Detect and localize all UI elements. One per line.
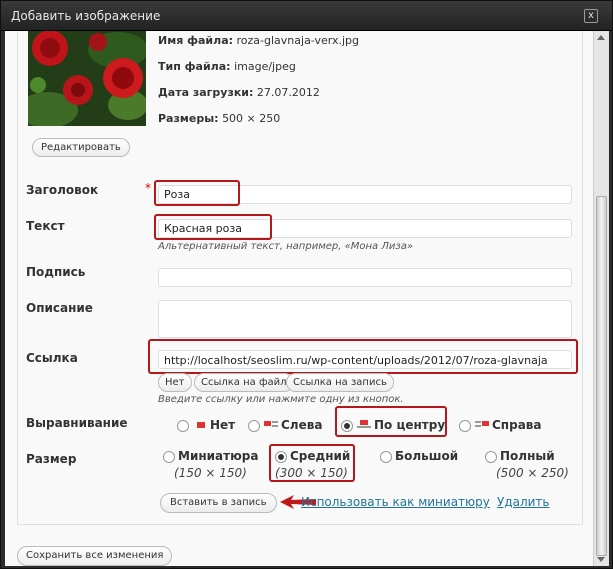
size-thumbnail-label: Миниатюра <box>178 449 259 463</box>
file-name-label: Имя файла: <box>158 34 234 47</box>
title-input[interactable]: Роза <box>158 185 572 204</box>
scroll-up-icon[interactable] <box>597 35 605 40</box>
align-center-label: По центру <box>374 418 446 432</box>
description-label: Описание <box>26 301 93 315</box>
alignment-label: Выравнивание <box>26 416 128 430</box>
link-post-button[interactable]: Ссылка на запись <box>286 373 394 392</box>
media-dialog: Добавить изображение x Имя файла: roza-g… <box>0 0 613 569</box>
alt-text-hint: Альтернативный текст, например, «Мона Ли… <box>158 241 413 252</box>
caption-label: Подпись <box>26 265 86 279</box>
size-thumbnail-dims: (150 × 150) <box>174 466 247 480</box>
upload-date-row: Дата загрузки: 27.07.2012 <box>158 86 320 99</box>
title-label: Заголовок <box>26 183 99 197</box>
link-url-input[interactable]: http://localhost/seoslim.ru/wp-content/u… <box>158 350 572 369</box>
size-thumbnail-radio[interactable] <box>163 451 175 463</box>
align-right-radio[interactable] <box>459 420 471 432</box>
rose-image <box>28 31 146 126</box>
size-large-label: Большой <box>395 449 459 463</box>
align-none-label: Нет <box>210 418 236 432</box>
align-left-radio[interactable] <box>248 420 260 432</box>
save-all-changes-button[interactable]: Сохранить все изменения <box>17 546 173 566</box>
file-type-label: Тип файла: <box>158 60 231 73</box>
align-left-label: Слева <box>281 418 323 432</box>
close-icon[interactable]: x <box>584 9 598 23</box>
size-full-dims: (500 × 250) <box>496 466 569 480</box>
file-type-value: image/jpeg <box>234 60 296 73</box>
required-marker: * <box>145 181 151 195</box>
align-right-icon <box>475 421 489 427</box>
image-thumbnail <box>28 31 146 126</box>
dialog-content: Имя файла: roza-glavnaja-verx.jpg Тип фа… <box>5 31 593 566</box>
align-right-label: Справа <box>492 418 542 432</box>
align-center-icon <box>357 420 371 428</box>
align-none-icon <box>197 422 205 428</box>
description-textarea[interactable] <box>158 300 572 338</box>
dimensions-label: Размеры: <box>158 112 219 125</box>
file-name-value: roza-glavnaja-verx.jpg <box>236 34 360 47</box>
dimensions-row: Размеры: 500 × 250 <box>158 112 280 125</box>
title-bar: Добавить изображение x <box>1 1 612 31</box>
size-medium-dims: (300 × 150) <box>275 466 348 480</box>
align-center-radio[interactable] <box>341 420 353 432</box>
align-none-radio[interactable] <box>177 420 189 432</box>
file-type-row: Тип файла: image/jpeg <box>158 60 296 73</box>
scrollbar-thumb[interactable] <box>596 196 607 556</box>
link-file-button[interactable]: Ссылка на файл <box>194 373 294 392</box>
vertical-scrollbar[interactable] <box>593 31 609 566</box>
size-full-radio[interactable] <box>485 451 497 463</box>
size-medium-radio[interactable] <box>275 451 287 463</box>
insert-into-post-button[interactable]: Вставить в запись <box>160 493 277 513</box>
size-large-radio[interactable] <box>380 451 392 463</box>
size-label: Размер <box>26 452 77 466</box>
dimensions-value: 500 × 250 <box>222 112 281 125</box>
upload-date-label: Дата загрузки: <box>158 86 254 99</box>
media-item-panel: Имя файла: roza-glavnaja-verx.jpg Тип фа… <box>17 31 583 525</box>
size-full-label: Полный <box>500 449 555 463</box>
link-none-button[interactable]: Нет <box>158 373 192 392</box>
scroll-down-icon[interactable] <box>597 557 605 562</box>
align-left-icon <box>264 421 278 427</box>
alt-text-input[interactable]: Красная роза <box>158 219 572 238</box>
upload-date-value: 27.07.2012 <box>256 86 320 99</box>
file-name-row: Имя файла: roza-glavnaja-verx.jpg <box>158 34 359 47</box>
size-medium-label: Средний <box>290 449 351 463</box>
edit-image-button[interactable]: Редактировать <box>32 138 130 157</box>
alt-text-label: Текст <box>26 219 65 233</box>
use-as-thumbnail-link[interactable]: Использовать как миниатюру <box>301 495 490 509</box>
delete-link[interactable]: Удалить <box>497 495 550 509</box>
link-label: Ссылка <box>26 351 78 365</box>
link-hint: Введите ссылку или нажмите одну из кнопо… <box>158 394 404 405</box>
dialog-title: Добавить изображение <box>11 9 161 23</box>
caption-input[interactable] <box>158 268 572 287</box>
